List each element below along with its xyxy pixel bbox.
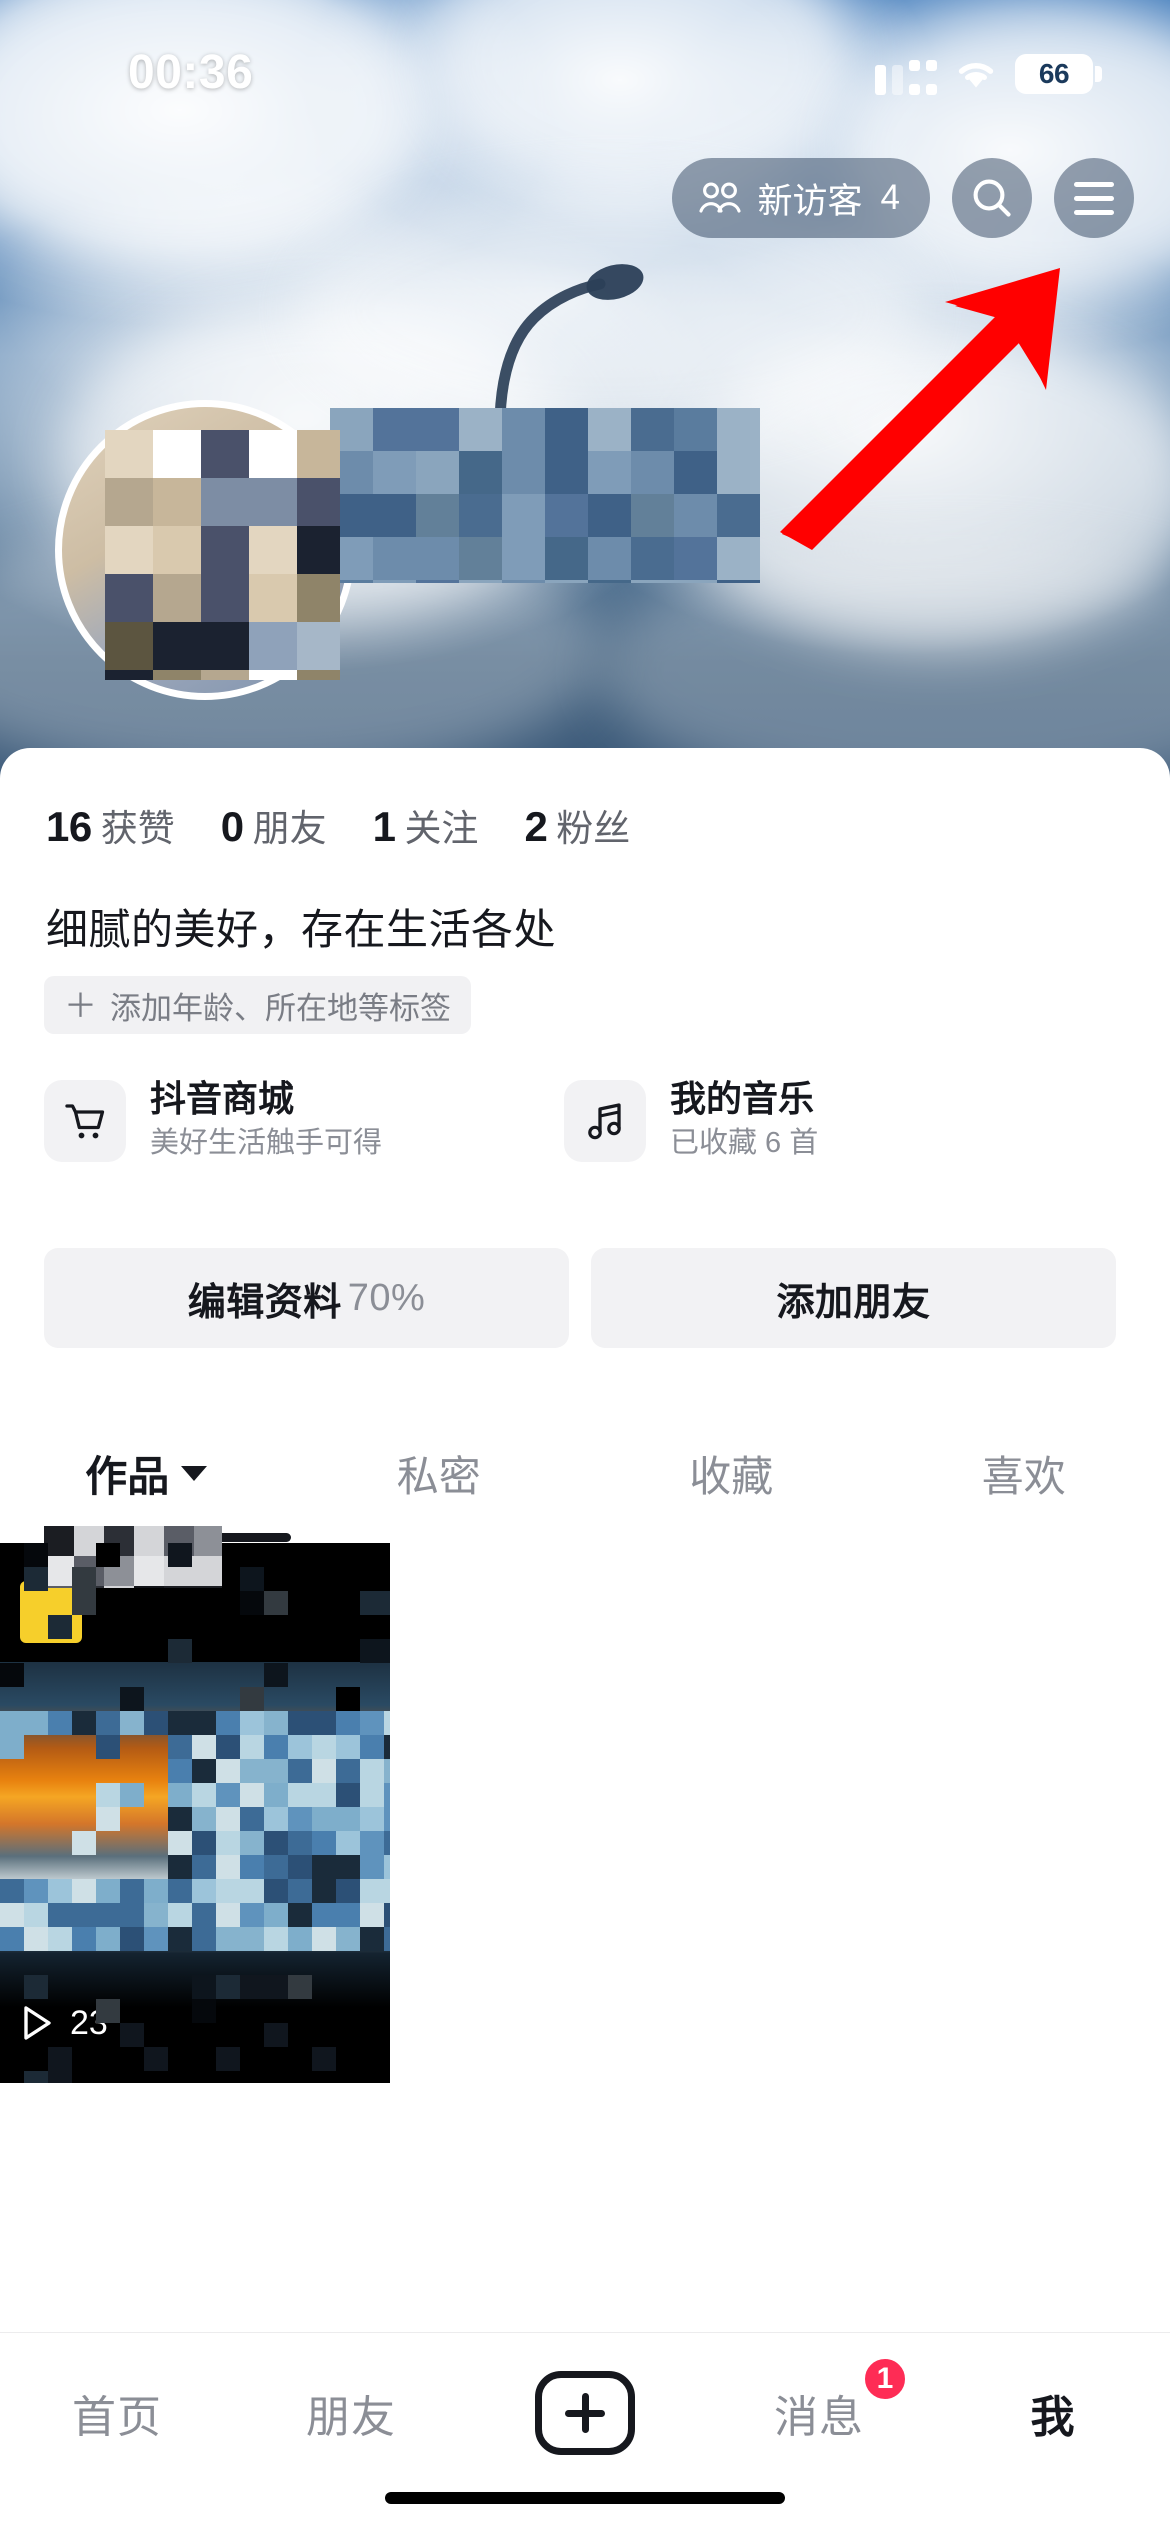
- cellular-signal-icon: [875, 52, 937, 95]
- edit-profile-button[interactable]: 编辑资料 70%: [44, 1248, 569, 1348]
- tab-works[interactable]: 作品: [0, 1408, 293, 1538]
- entry-card-mall-subtitle: 美好生活触手可得: [150, 1127, 383, 1160]
- profile-action-buttons: 编辑资料 70% 添加朋友: [44, 1248, 1116, 1348]
- nav-item-messages[interactable]: 消息 1: [702, 2355, 936, 2465]
- tab-private[interactable]: 私密: [293, 1408, 586, 1538]
- stat-followers-label: 粉丝: [556, 808, 631, 849]
- edit-profile-label: 编辑资料: [187, 1281, 342, 1324]
- content-tabs: 作品 私密 收藏 喜欢: [0, 1408, 1170, 1538]
- tab-works-label: 作品: [85, 1452, 170, 1500]
- stat-friends-value: 0: [220, 803, 244, 850]
- stat-followers-value: 2: [524, 803, 548, 850]
- home-indicator: [385, 2492, 785, 2504]
- profile-entry-cards: 抖音商城 美好生活触手可得 我的音乐 已收藏 6 首: [44, 1078, 1044, 1164]
- menu-button[interactable]: [1054, 158, 1134, 238]
- entry-card-mall-title: 抖音商城: [150, 1078, 295, 1119]
- avatar-mosaic-redaction: [105, 430, 340, 680]
- profile-content-card: 16 获赞 0 朋友 1 关注 2 粉丝 细腻的美好，存在生活各处 ＋ 添加年龄…: [0, 748, 1170, 2256]
- entry-card-music[interactable]: 我的音乐 已收藏 6 首: [564, 1078, 1044, 1164]
- work-item[interactable]: 23: [0, 1543, 390, 2083]
- hamburger-menu-icon: [1074, 181, 1114, 215]
- entry-card-music-subtitle: 已收藏 6 首: [670, 1127, 819, 1160]
- tab-likes-label: 喜欢: [981, 1452, 1066, 1500]
- tab-private-label: 私密: [396, 1452, 481, 1500]
- stat-likes-label: 获赞: [100, 808, 175, 849]
- tab-favorites[interactable]: 收藏: [585, 1408, 878, 1538]
- stat-friends-label: 朋友: [252, 808, 327, 849]
- work-slot-empty-2: [780, 1543, 1170, 2083]
- entry-card-mall[interactable]: 抖音商城 美好生活触手可得: [44, 1078, 524, 1164]
- battery-level-text: 66: [1015, 53, 1093, 94]
- nav-item-home[interactable]: 首页: [0, 2361, 234, 2465]
- work-thumbnail-mosaic-redaction: [0, 1543, 390, 2083]
- stat-likes[interactable]: 16 获赞: [46, 798, 175, 852]
- new-visitors-button[interactable]: 新访客 4: [671, 158, 930, 238]
- stat-following-value: 1: [372, 803, 396, 850]
- phone-screen: 00:36 66 新访客 4 16 获赞 0 朋友 1 关注 2 粉丝 细腻的美…: [0, 0, 1170, 2532]
- profile-stats: 16 获赞 0 朋友 1 关注 2 粉丝: [46, 798, 676, 852]
- nav-item-me[interactable]: 我: [936, 2361, 1170, 2465]
- stat-following-label: 关注: [404, 808, 479, 849]
- plus-icon: ＋: [64, 986, 97, 1024]
- new-visitors-count: 4: [880, 178, 900, 217]
- profile-top-actions: 新访客 4: [671, 158, 1134, 238]
- stat-following[interactable]: 1 关注: [373, 798, 479, 852]
- profile-bio: 细腻的美好，存在生活各处: [46, 906, 557, 953]
- nav-item-create[interactable]: [468, 2361, 702, 2465]
- username-mosaic-redaction: [330, 408, 760, 583]
- tab-likes[interactable]: 喜欢: [878, 1408, 1170, 1538]
- entry-card-music-title: 我的音乐: [670, 1078, 815, 1119]
- plus-create-icon: [535, 2371, 635, 2455]
- stat-likes-value: 16: [46, 803, 92, 850]
- work-slot-empty-1: [390, 1543, 780, 2083]
- nav-item-friends-label: 朋友: [306, 2393, 396, 2442]
- add-friend-button[interactable]: 添加朋友: [591, 1248, 1116, 1348]
- status-badge: 1: [861, 2355, 909, 2403]
- add-tags-button[interactable]: ＋ 添加年龄、所在地等标签: [44, 976, 471, 1034]
- add-friend-label: 添加朋友: [776, 1281, 931, 1324]
- people-icon: [698, 182, 741, 213]
- search-icon: [973, 179, 1011, 217]
- wifi-icon: [958, 63, 994, 88]
- new-visitors-label: 新访客: [757, 181, 863, 221]
- battery-icon: 66: [1015, 53, 1102, 94]
- shopping-cart-icon: [44, 1079, 126, 1162]
- status-bar-clock: 00:36: [128, 46, 254, 99]
- chevron-down-icon[interactable]: [181, 1465, 208, 1481]
- nav-item-home-label: 首页: [72, 2393, 162, 2442]
- status-bar: 00:36 66: [0, 0, 1170, 100]
- edit-profile-percent: 70%: [347, 1276, 426, 1319]
- works-grid: 23: [0, 1543, 1170, 2083]
- search-button[interactable]: [952, 158, 1032, 238]
- tab-favorites-label: 收藏: [689, 1452, 774, 1500]
- music-note-icon: [564, 1079, 646, 1162]
- nav-item-friends[interactable]: 朋友: [234, 2361, 468, 2465]
- stat-friends[interactable]: 0 朋友: [221, 798, 327, 852]
- nav-item-messages-label: 消息: [774, 2393, 864, 2442]
- stat-followers[interactable]: 2 粉丝: [524, 798, 630, 852]
- add-tags-label: 添加年龄、所在地等标签: [110, 990, 451, 1026]
- nav-item-me-label: 我: [1030, 2393, 1076, 2442]
